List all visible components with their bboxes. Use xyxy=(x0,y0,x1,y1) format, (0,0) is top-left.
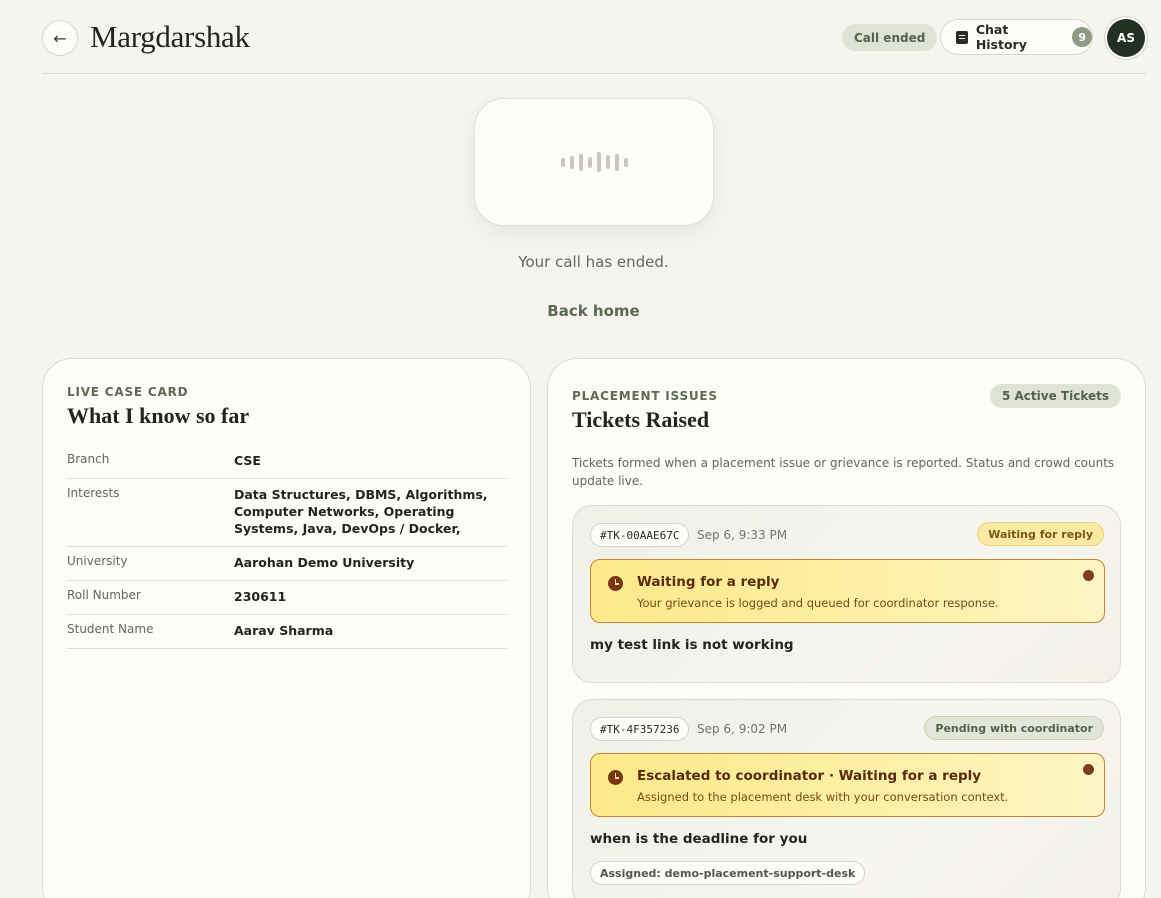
ticket-alert: Waiting for a reply Your grievance is lo… xyxy=(590,559,1105,623)
tickets-description: Tickets formed when a placement issue or… xyxy=(572,456,1115,488)
case-field-row: Roll Number 230611 xyxy=(67,581,507,615)
unread-dot-icon xyxy=(1083,764,1094,775)
case-field-row: Branch CSE xyxy=(67,445,507,479)
ticket-issue-text: when is the deadline for you xyxy=(590,831,808,847)
waveform-bar xyxy=(578,153,583,171)
chat-history-label: Chat History xyxy=(975,22,1027,52)
alert-subtitle: Your grievance is logged and queued for … xyxy=(637,596,999,610)
ticket-timestamp: Sep 6, 9:02 PM xyxy=(697,722,788,736)
alert-subtitle: Assigned to the placement desk with your… xyxy=(637,790,1009,804)
field-value: CSE xyxy=(234,453,261,468)
assigned-desk-badge: Assigned: demo-placement-support-desk xyxy=(590,861,866,885)
arrow-left-icon: ← xyxy=(53,28,67,48)
ticket-status-badge: Pending with coordinator xyxy=(924,716,1104,740)
active-tickets-badge: 5 Active Tickets xyxy=(989,384,1121,408)
document-icon xyxy=(956,30,968,44)
case-field-row: Interests Data Structures, DBMS, Algorit… xyxy=(67,479,507,547)
case-field-row: University Aarohan Demo University xyxy=(67,547,507,581)
clock-icon xyxy=(608,576,623,591)
waveform-bar xyxy=(605,155,610,169)
back-home-link[interactable]: Back home xyxy=(0,302,1161,320)
chat-history-count-badge: 9 xyxy=(1072,27,1093,47)
ticket-id: #TK-00AAE67C xyxy=(590,523,690,547)
ticket-issue-text: my test link is not working xyxy=(590,637,794,653)
user-avatar[interactable]: AS xyxy=(1107,19,1145,57)
voice-visualizer-card xyxy=(474,98,714,226)
waveform-bar xyxy=(596,152,601,172)
tickets-eyebrow: PLACEMENT ISSUES xyxy=(572,389,718,403)
field-key: Interests xyxy=(67,486,120,500)
call-ended-message: Your call has ended. xyxy=(518,253,669,271)
chat-history-button[interactable]: Chat History 9 xyxy=(940,19,1093,55)
case-card-eyebrow: LIVE CASE CARD xyxy=(67,385,189,399)
waveform-bar xyxy=(587,156,592,168)
case-card-title: What I know so far xyxy=(67,403,250,428)
waveform-bar xyxy=(569,155,574,169)
tickets-panel: PLACEMENT ISSUES Tickets Raised 5 Active… xyxy=(547,358,1146,898)
alert-title: Escalated to coordinator · Waiting for a… xyxy=(637,768,982,784)
top-header: ← Margdarshak Call ended Chat History 9 … xyxy=(42,0,1146,74)
tickets-title: Tickets Raised xyxy=(572,407,710,432)
field-value: Data Structures, DBMS, Algorithms, Compu… xyxy=(234,487,488,536)
field-value: 230611 xyxy=(234,589,287,604)
field-value: Aarohan Demo University xyxy=(234,555,415,570)
field-key: Branch xyxy=(67,452,110,466)
field-key: Roll Number xyxy=(67,588,141,602)
waveform-bar xyxy=(614,153,619,171)
field-key: Student Name xyxy=(67,622,154,636)
live-case-card: LIVE CASE CARD What I know so far Branch… xyxy=(42,358,531,898)
call-status-badge: Call ended xyxy=(842,24,938,51)
ticket-card[interactable]: #TK-4F357236 Sep 6, 9:02 PM Pending with… xyxy=(572,699,1121,898)
field-value: Aarav Sharma xyxy=(234,623,334,638)
waveform-bar xyxy=(560,157,565,167)
ticket-card[interactable]: #TK-00AAE67C Sep 6, 9:33 PM Waiting for … xyxy=(572,505,1121,683)
ticket-id: #TK-4F357236 xyxy=(590,717,690,741)
back-button[interactable]: ← xyxy=(42,20,78,56)
ticket-timestamp: Sep 6, 9:33 PM xyxy=(697,528,788,542)
ticket-status-badge: Waiting for reply xyxy=(977,522,1104,546)
clock-icon xyxy=(608,770,623,785)
field-key: University xyxy=(67,554,128,568)
unread-dot-icon xyxy=(1083,570,1094,581)
alert-title: Waiting for a reply xyxy=(637,574,780,590)
ticket-alert: Escalated to coordinator · Waiting for a… xyxy=(590,753,1105,817)
case-field-row: Student Name Aarav Sharma xyxy=(67,615,507,649)
app-title: Margdarshak xyxy=(90,19,250,54)
waveform-bar xyxy=(623,157,628,167)
case-details-table: Branch CSE Interests Data Structures, DB… xyxy=(67,445,507,649)
